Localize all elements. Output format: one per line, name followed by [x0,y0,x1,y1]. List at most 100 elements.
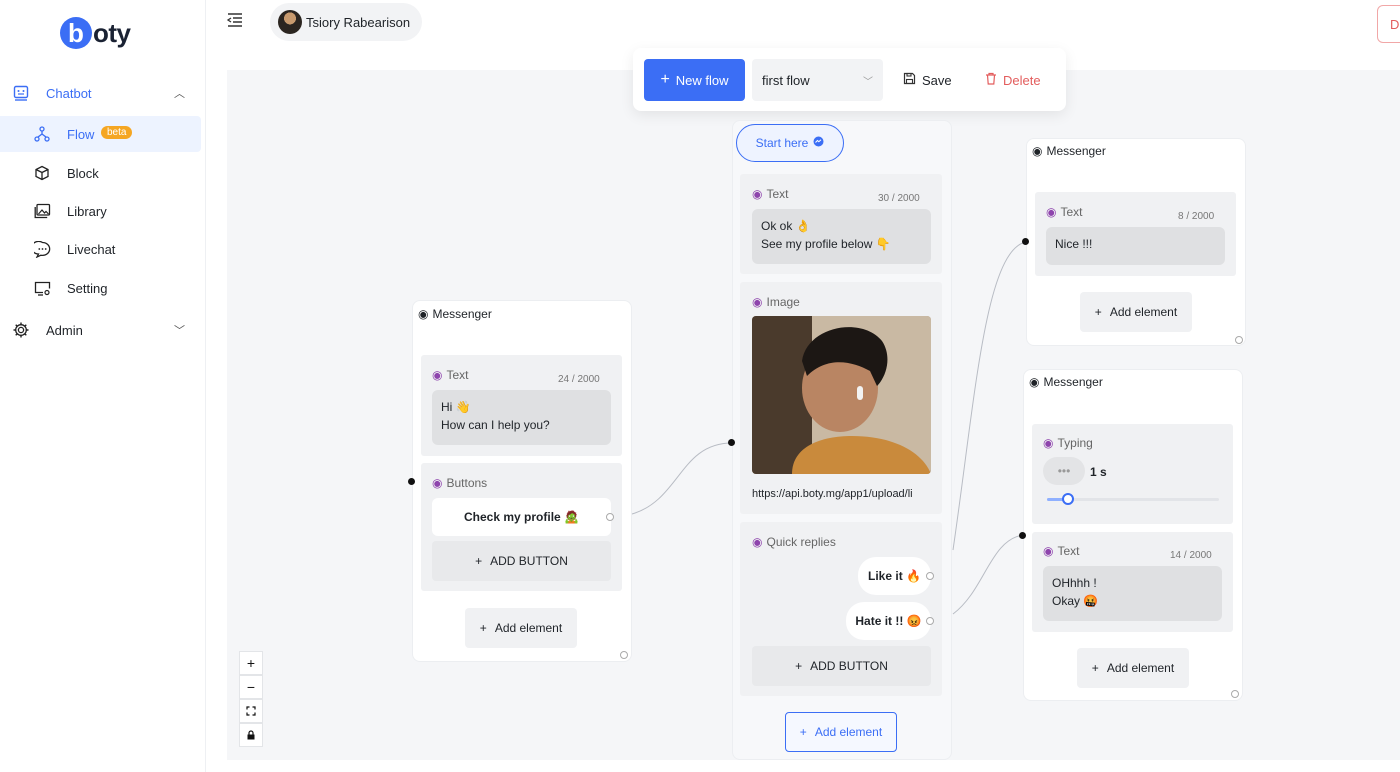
plus-icon: + [1094,305,1102,319]
messenger-icon: ◉ [418,307,429,321]
text-section-label: ◉ Text [432,368,469,382]
add-button-button[interactable]: + ADD BUTTON [752,646,931,686]
text-bubble[interactable]: OHhhh ! Okay 🤬 [1043,566,1222,621]
start-here-pill[interactable]: Start here [736,124,844,162]
delete-button[interactable]: Delete [985,59,1041,101]
sidebar-item-library[interactable]: Library [0,193,201,229]
chevron-down-icon: ﹀ [174,325,185,337]
input-handle[interactable] [728,439,735,446]
chat-bubble-icon [33,240,51,258]
sidebar-item-livechat[interactable]: Livechat [0,231,201,267]
input-handle[interactable] [408,478,415,485]
text-label: Text [1060,205,1083,219]
text-label: Text [766,187,789,201]
sidebar-item-livechat-label: Livechat [67,241,116,257]
messenger-icon: ◉ [1029,375,1040,389]
add-element-button[interactable]: + Add element [785,712,897,752]
output-port[interactable] [606,513,614,521]
messenger-icon: ◉ [1046,205,1057,219]
zoom-out-icon: − [246,679,256,695]
output-port[interactable] [926,617,934,625]
menu-group-chatbot[interactable]: Chatbot ︿ [0,73,206,113]
start-here-label: Start here [755,136,809,150]
node-title-label: Messenger [1043,375,1103,389]
chatbot-icon [12,84,30,102]
slider-knob[interactable] [1061,493,1074,505]
buttons-label: Buttons [446,476,488,490]
flow-icon [33,125,51,143]
flow-toolbar: + New flow first flow ﹀ Save Delete [633,48,1066,111]
sidebar-item-setting[interactable]: Setting [0,270,201,306]
add-button-button[interactable]: + ADD BUTTON [432,541,611,581]
text-bubble[interactable]: Ok ok 👌 See my profile below 👇 [752,209,931,264]
plus-icon: + [795,659,803,673]
output-port[interactable] [926,572,934,580]
char-count: 24 / 2000 [558,374,600,385]
image-section-label: ◉ Image [752,295,800,309]
text-label: Text [1057,544,1080,558]
menu-group-admin[interactable]: Admin ﹀ [0,310,206,350]
sidebar-item-library-label: Library [67,203,107,219]
fit-view-button[interactable] [239,699,263,723]
new-flow-label: New flow [675,72,729,88]
node-title: ◉ Messenger [418,307,492,321]
menu-fold-icon[interactable] [226,11,244,29]
header-danger-button[interactable]: D [1377,5,1400,43]
new-flow-button[interactable]: + New flow [644,59,745,101]
zoom-in-icon: + [246,655,256,671]
messenger-icon: ◉ [1032,144,1043,158]
messenger-icon: ◉ [1043,544,1054,558]
quick-reply-like[interactable]: Like it 🔥 [858,557,931,595]
typing-duration-slider[interactable] [1047,493,1219,505]
plus-icon: + [799,725,807,739]
input-handle[interactable] [1022,238,1029,245]
plus-icon: + [479,621,487,635]
sidebar-item-block[interactable]: Block [0,155,201,191]
text-section-label: ◉ Text [1046,205,1083,219]
plus-icon: + [660,71,670,88]
logo[interactable]: b oty [60,15,131,51]
sidebar-item-flow-label: Flow [67,126,95,142]
node-title-label: Messenger [432,307,492,321]
plus-icon: + [475,554,483,568]
messenger-icon: ◉ [752,187,763,201]
flow-select[interactable]: first flow ﹀ [752,59,883,101]
menu-group-admin-label: Admin [46,322,83,338]
node-resize-handle[interactable] [1235,336,1243,344]
image-library-icon [33,202,51,220]
sidebar-item-setting-label: Setting [67,280,108,296]
trash-icon [985,72,997,88]
beta-badge: beta [101,126,133,139]
node-resize-handle[interactable] [1231,690,1239,698]
zoom-in-button[interactable]: + [239,651,263,675]
profile-photo[interactable] [752,316,931,474]
save-label: Save [922,72,952,88]
chevron-up-icon: ︿ [174,88,185,100]
text-bubble[interactable]: Hi 👋 How can I help you? [432,390,611,445]
menu-group-chatbot-label: Chatbot [46,85,92,101]
user-profile-chip[interactable]: Tsiory Rabearison [270,3,423,41]
messenger-icon: ◉ [752,535,763,549]
add-element-label: Add element [494,621,563,635]
chevron-down-icon: ﹀ [863,77,873,88]
char-count: 30 / 2000 [878,193,920,204]
add-element-button[interactable]: + Add element [1080,292,1192,332]
node-resize-handle[interactable] [620,651,628,659]
text-bubble[interactable]: Nice !!! [1046,227,1225,265]
save-button[interactable]: Save [903,59,952,101]
lock-button[interactable] [239,723,263,747]
avatar [278,10,302,34]
char-count: 14 / 2000 [1170,550,1212,561]
sidebar-item-flow[interactable]: Flow beta [0,116,201,152]
add-element-button[interactable]: + Add element [1077,648,1189,688]
add-element-label: Add element [1106,661,1175,675]
profile-button[interactable]: Check my profile 🧟 [432,498,611,536]
text-section-label: ◉ Text [1043,544,1080,558]
fit-view-icon [246,703,256,719]
input-handle[interactable] [1019,532,1026,539]
zoom-out-button[interactable]: − [239,675,263,699]
image-label: Image [766,295,800,309]
add-element-button[interactable]: + Add element [465,608,577,648]
char-count: 8 / 2000 [1178,211,1215,222]
quick-reply-hate[interactable]: Hate it !! 😡 [846,602,931,640]
